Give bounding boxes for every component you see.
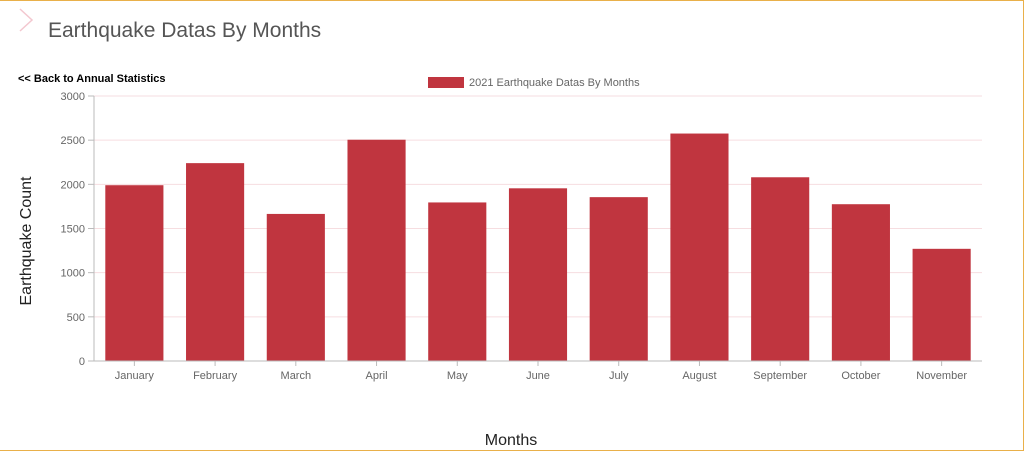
y-tick-label: 0 <box>79 356 85 368</box>
earthquake-bar-chart: 0 500 1000 1500 2000 2500 3000 January February M… <box>18 77 982 449</box>
bar[interactable] <box>508 188 568 361</box>
y-tick-label: 2500 <box>61 135 85 147</box>
bar[interactable] <box>831 204 890 361</box>
x-tick-label: August <box>682 370 716 382</box>
x-tick-label: June <box>526 370 550 382</box>
x-tick-label: May <box>447 370 468 382</box>
bar[interactable] <box>589 197 648 361</box>
y-axis-title: Earthquake Count <box>18 176 35 306</box>
bar[interactable] <box>347 139 406 361</box>
bar[interactable] <box>670 133 729 361</box>
y-tick-label: 3000 <box>61 91 85 103</box>
x-tick-label: January <box>115 370 155 382</box>
y-tick-label: 500 <box>67 312 85 324</box>
x-tick-label: October <box>841 370 880 382</box>
bar[interactable] <box>912 248 971 361</box>
bar[interactable] <box>751 177 810 361</box>
y-tick-label: 1000 <box>61 268 85 280</box>
page-frame: Earthquake Datas By Months << Back to An… <box>0 0 1024 451</box>
bar[interactable] <box>428 202 487 361</box>
y-tick-label: 1500 <box>61 224 85 236</box>
bar[interactable] <box>186 163 245 361</box>
x-tick-label: March <box>281 370 312 382</box>
x-tick-label: February <box>193 370 238 382</box>
x-tick-label: July <box>609 370 629 382</box>
bar[interactable] <box>105 185 164 361</box>
legend-label: 2021 Earthquake Datas By Months <box>469 77 640 89</box>
x-tick-label: November <box>916 370 967 382</box>
x-tick-label: April <box>366 370 388 382</box>
x-tick-label: September <box>753 370 807 382</box>
x-axis-title: Months <box>485 432 537 449</box>
bars <box>105 133 971 361</box>
y-tick-label: 2000 <box>61 179 85 191</box>
legend[interactable]: 2021 Earthquake Datas By Months <box>428 77 640 89</box>
legend-swatch <box>428 77 464 88</box>
bar[interactable] <box>266 213 325 361</box>
